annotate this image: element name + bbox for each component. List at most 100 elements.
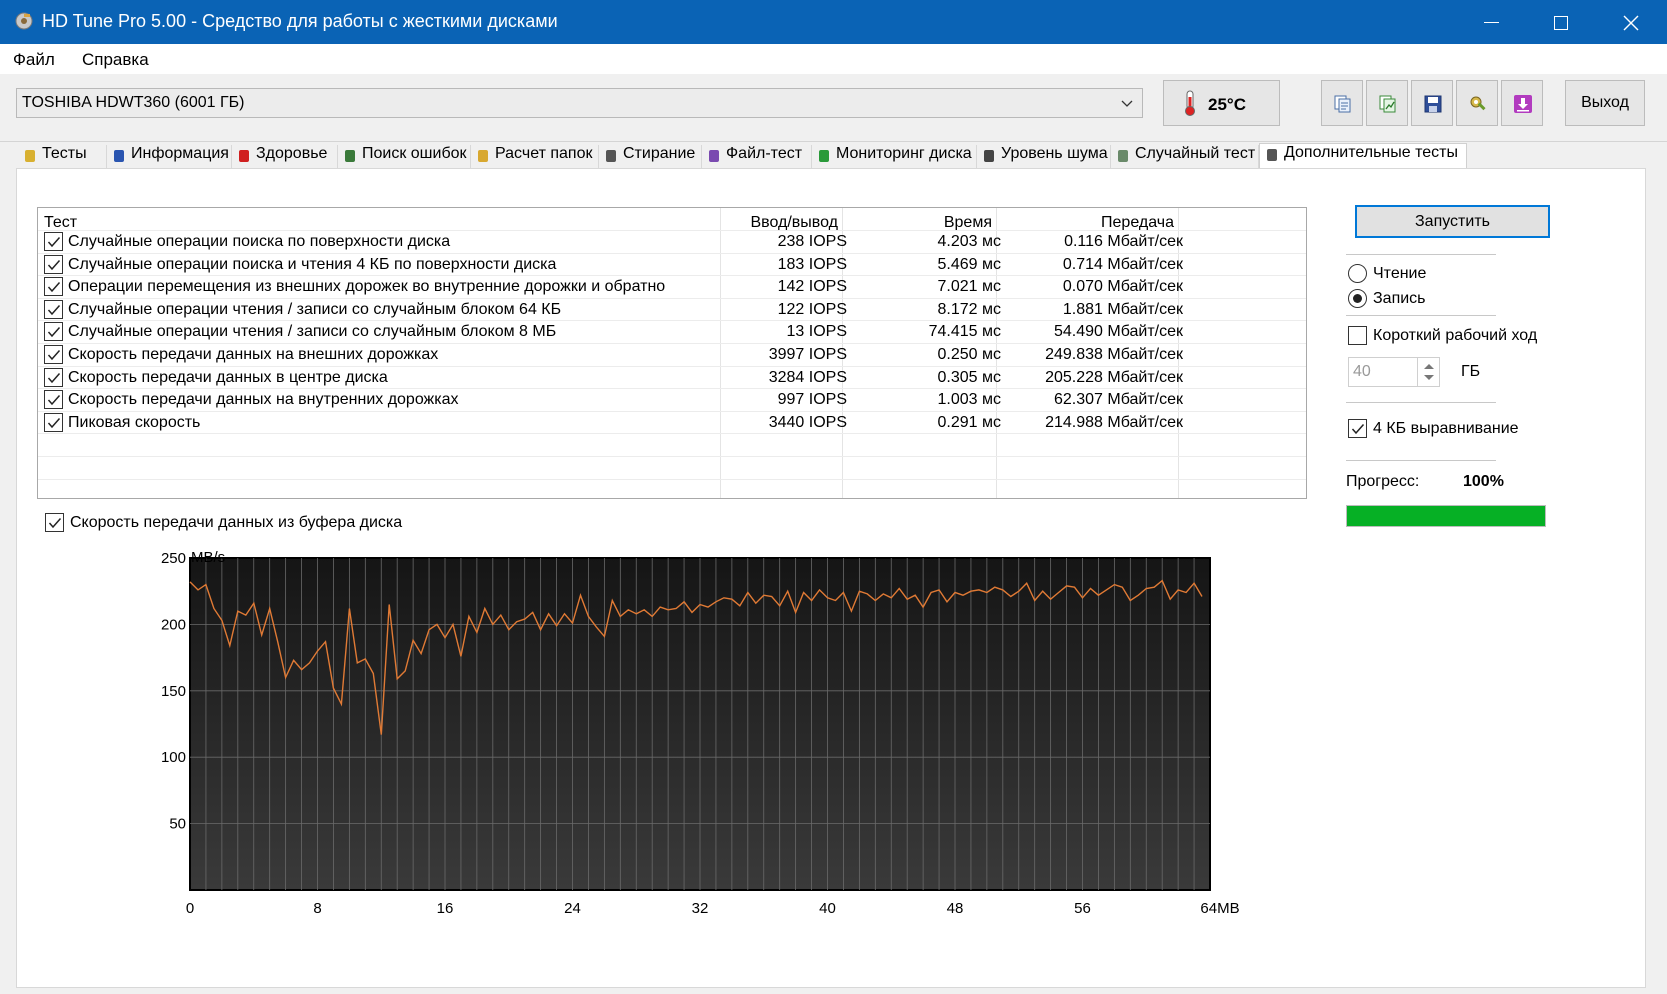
row-checkbox[interactable] [44,300,63,319]
y-tick-label: 100 [161,749,186,766]
drive-select[interactable]: TOSHIBA HDWT360 (6001 ГБ) [16,88,1143,118]
maximize-button[interactable] [1526,0,1596,44]
separator [1346,315,1496,316]
settings-icon [1470,96,1486,111]
monitor-icon [819,150,829,162]
toolbar: TOSHIBA HDWT360 (6001 ГБ) 25°C Выход [0,74,1667,142]
download-button[interactable] [1501,80,1543,126]
test-transfer: 0.714 Мбайт/сек [1062,256,1183,273]
copy-text-button[interactable] [1321,80,1363,126]
tab-speaker[interactable]: Уровень шума [977,145,1111,169]
tab-label: Мониторинг диска [836,145,972,162]
save-button[interactable] [1411,80,1453,126]
buffer-speed-chart: 50 100 150 200 250 MB/s 0 8 16 24 32 40 48 56 64MB [161,549,1240,917]
checkmark-icon [47,282,61,293]
maximize-icon [1554,15,1568,30]
checkmark-icon [47,237,61,248]
minimize-icon [1483,22,1499,24]
read-label: Чтение [1373,265,1427,282]
short-stroke-label: Короткий рабочий ход [1373,327,1538,344]
menu-file[interactable]: Файл [13,50,55,70]
x-tick-label: 64MB [1200,900,1239,917]
row-checkbox[interactable] [44,277,63,296]
row-checkbox[interactable] [44,255,63,274]
separator [1346,254,1496,255]
table-row: Скорость передачи данных на внешних доро… [38,343,1306,367]
row-checkbox[interactable] [44,390,63,409]
test-transfer: 214.988 Мбайт/сек [1045,414,1183,431]
radio-circle [1348,264,1367,283]
test-io: 122 IOPS [777,301,847,318]
tab-erase[interactable]: Стирание [599,145,702,169]
spinner-up-icon[interactable] [1424,364,1434,369]
spinner-arrows[interactable] [1417,358,1439,386]
tab-info[interactable]: Информация [107,145,232,169]
checkmark-icon [48,518,62,529]
tab-extra-tests[interactable]: Дополнительные тесты [1259,143,1467,169]
tab-file[interactable]: Файл-тест [702,145,812,169]
row-checkbox[interactable] [44,345,63,364]
table-row: Скорость передачи данных в центре диска 3… [38,366,1306,390]
start-button[interactable]: Запустить [1355,205,1550,238]
erase-icon [606,150,616,162]
copy-screenshot-button[interactable] [1366,80,1408,126]
tab-monitor[interactable]: Мониторинг диска [812,145,977,169]
settings-button[interactable] [1456,80,1498,126]
tab-health[interactable]: Здоровье [232,145,338,169]
download-icon [1514,95,1532,113]
tab-folder[interactable]: Расчет папок [471,145,599,169]
tab-error-scan[interactable]: Поиск ошибок [338,145,471,169]
checkmark-icon [47,373,61,384]
speaker-icon [984,150,994,162]
test-name: Операции перемещения из внешних дорожек … [68,278,666,295]
y-tick-label: 200 [161,616,186,633]
test-time: 0.291 мс [937,414,1001,431]
test-time: 0.305 мс [937,369,1001,386]
error-scan-icon [345,150,355,162]
test-time: 74.415 мс [928,323,1001,340]
table-row: Пиковая скорость 3440 IOPS 0.291 мс 214.988… [38,411,1306,435]
spinner-down-icon[interactable] [1424,375,1434,380]
x-tick-label: 0 [186,900,194,917]
tab-label: Расчет папок [495,145,593,162]
benchmark-icon [25,150,35,162]
test-time: 4.203 мс [937,233,1001,250]
y-tick-label: 150 [161,683,186,700]
x-tick-label: 24 [564,900,581,917]
test-time: 7.021 мс [937,278,1001,295]
copy-text-icon [1334,95,1351,113]
x-tick-label: 32 [692,900,709,917]
menu-help[interactable]: Справка [82,50,149,70]
row-checkbox[interactable] [44,413,63,432]
test-transfer: 249.838 Мбайт/сек [1045,346,1183,363]
tab-label: Тесты [42,145,87,162]
tab-label: Информация [131,145,229,162]
test-transfer: 205.228 Мбайт/сек [1045,369,1183,386]
exit-button[interactable]: Выход [1565,80,1645,126]
separator [1346,402,1496,403]
y-tick-label: 50 [169,816,186,833]
tab-label: Стирание [623,145,696,162]
row-checkbox[interactable] [44,232,63,251]
copy-screenshot-icon [1379,95,1396,113]
close-button[interactable] [1596,0,1666,44]
random-test-icon [1118,150,1128,162]
test-name: Скорость передачи данных на внутренних д… [68,391,459,408]
row-divider [38,456,1306,457]
tab-label: Уровень шума [1001,145,1108,162]
drive-select-value: TOSHIBA HDWT360 (6001 ГБ) [22,94,245,111]
tab-benchmark[interactable]: Тесты [18,145,107,169]
short-stroke-unit: ГБ [1461,363,1481,380]
checkmark-icon [47,305,61,316]
checkmark-icon [47,350,61,361]
close-icon [1623,15,1639,31]
tab-random-test[interactable]: Случайный тест [1111,145,1259,169]
test-io: 997 IOPS [777,391,847,408]
checkmark-icon [1351,424,1365,435]
row-checkbox[interactable] [44,322,63,341]
y-tick-label: 250 [161,550,186,567]
minimize-button[interactable] [1456,0,1526,44]
row-checkbox[interactable] [44,368,63,387]
test-io: 3284 IOPS [768,369,847,386]
short-stroke-spinner[interactable]: 40 [1348,357,1440,387]
